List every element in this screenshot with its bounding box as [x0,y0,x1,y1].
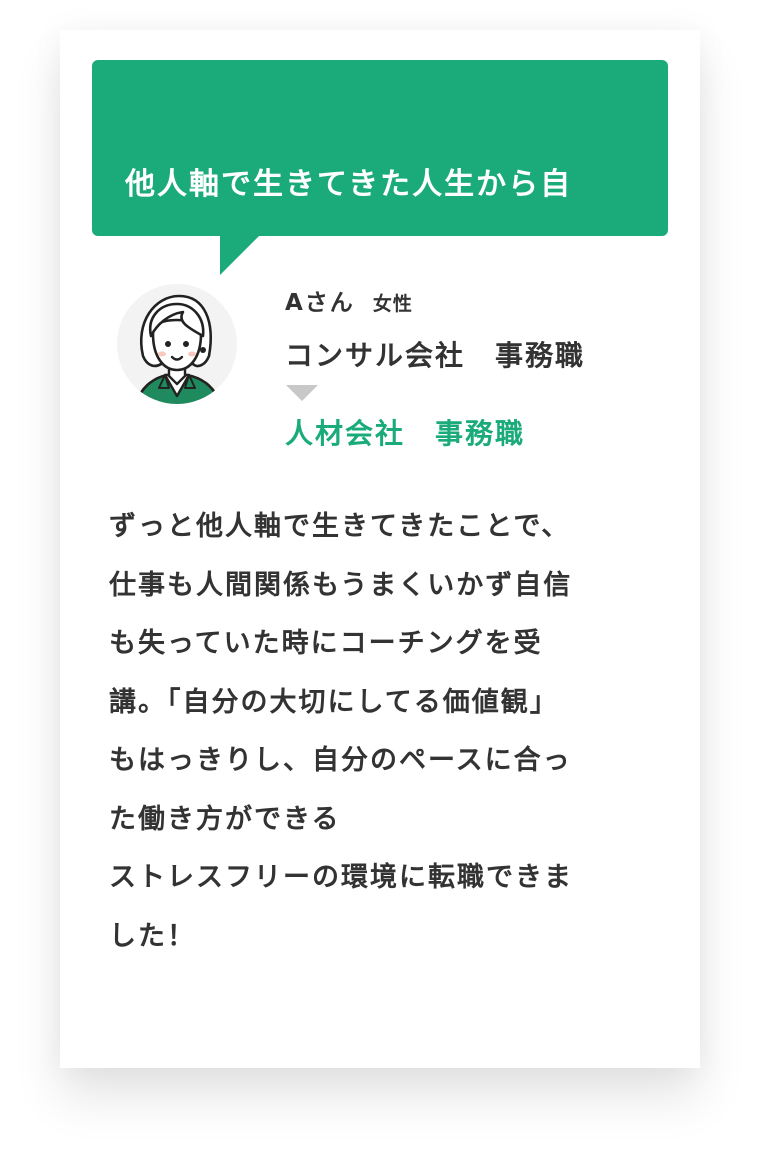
story-line: もはっきりし、自分のペースに合っ [109,745,572,776]
story-line: ストレスフリーの環境に転職できま [109,862,573,893]
person-info: Aさん 女性 [285,283,413,317]
person-name: Aさん [285,290,355,316]
previous-job: コンサル会社 事務職 [285,339,586,372]
headline-line: 他人軸で生きてきた人生から自 [125,167,573,202]
story-line: ずっと他人軸で生きてきたことで、 [109,511,571,542]
bubble-tail [220,235,260,275]
story-line: 仕事も人間関係もうまくいかず自信 [109,569,573,601]
story-line: した！ [109,920,196,952]
woman-avatar-icon [117,284,237,404]
person-gender: 女性 [372,293,413,315]
story-line: た働き方ができる [109,803,341,835]
headline-bubble: 他人軸で生きてきた人生から自 分らしく生きる毎日へ [92,60,668,318]
triangle-down-icon [286,385,318,401]
story-line: 講。「自分の大切にしてる価値観」 [109,686,559,718]
testimonial-story: ずっと他人軸で生きてきたことで、 仕事も人間関係もうまくいかず自信 も失っていた… [109,498,669,966]
page: 他人軸で生きてきた人生から自 分らしく生きる毎日へ Aさん 女性 コンサル会社 … [0,0,760,1160]
story-line: も失っていた時にコーチングを受 [109,628,543,659]
new-job: 人材会社 事務職 [285,417,526,450]
